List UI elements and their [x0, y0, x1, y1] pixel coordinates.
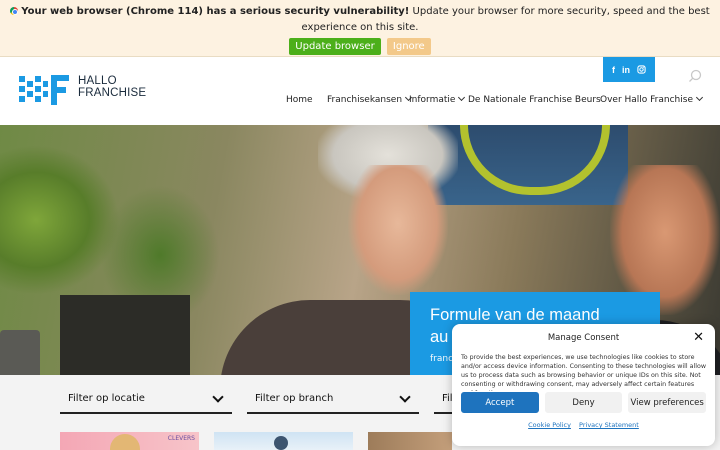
consent-body: To provide the best experiences, we use … — [461, 354, 706, 391]
view-preferences-button[interactable]: View preferences — [628, 392, 707, 413]
cookie-policy-link[interactable]: Cookie Policy — [528, 421, 571, 429]
nav-label: Home — [286, 95, 313, 105]
nav-label: Franchisekansen — [327, 95, 403, 105]
chrome-icon — [10, 7, 19, 15]
facebook-icon[interactable]: f — [612, 65, 615, 75]
accept-button[interactable]: Accept — [461, 392, 539, 413]
deny-button[interactable]: Deny — [544, 392, 623, 413]
nav-item-over-hallo-franchise[interactable]: Over Hallo Franchise — [600, 93, 704, 105]
franchise-card[interactable] — [368, 432, 452, 450]
chevron-down-icon — [695, 93, 704, 102]
nav-item-franchisekansen[interactable]: Franchisekansen — [327, 93, 413, 105]
search-icon[interactable] — [688, 69, 702, 83]
nav-label: Over Hallo Franchise — [600, 95, 693, 105]
linkedin-icon[interactable]: in — [622, 65, 630, 75]
franchise-card[interactable] — [214, 432, 353, 450]
banner-buttons: Update browser Ignore — [0, 38, 720, 55]
banner-warning: Your web browser (Chrome 114) has a seri… — [21, 6, 410, 17]
chevron-down-icon — [458, 93, 466, 102]
card-image-person — [274, 436, 288, 450]
consent-links: Cookie Policy Privacy Statement — [461, 421, 706, 429]
nav-item-nationale-franchise-beurs[interactable]: De Nationale Franchise Beurs — [468, 95, 601, 105]
filter-label: Fil — [442, 393, 453, 404]
hero-plant-pot — [0, 330, 40, 375]
nav-label: Informatie — [409, 95, 456, 105]
privacy-statement-link[interactable]: Privacy Statement — [579, 421, 639, 429]
filter-label: Filter op branch — [255, 393, 334, 404]
consent-actions: Accept Deny View preferences — [461, 392, 707, 413]
page: Your web browser (Chrome 114) has a seri… — [0, 0, 720, 450]
social-links: f in — [603, 57, 655, 82]
update-browser-button[interactable]: Update browser — [289, 38, 381, 55]
hero-person-woman-face — [348, 165, 448, 295]
formula-title-line: Formule van de maand — [430, 306, 600, 324]
browser-update-banner: Your web browser (Chrome 114) has a seri… — [0, 0, 720, 57]
ignore-button[interactable]: Ignore — [386, 38, 431, 55]
banner-message: Your web browser (Chrome 114) has a seri… — [0, 4, 720, 36]
consent-header: Manage Consent ✕ — [461, 324, 706, 352]
close-icon[interactable]: ✕ — [693, 324, 704, 352]
franchise-card[interactable]: CLEVERS — [60, 432, 199, 450]
hero-background-object — [60, 295, 190, 375]
nav-label: De Nationale Franchise Beurs — [468, 95, 601, 105]
card-badge: CLEVERS — [167, 435, 195, 442]
nav-item-home[interactable]: Home — [286, 95, 313, 105]
main-nav: Home Franchisekansen Informatie De Natio… — [0, 93, 720, 107]
filter-branch-select[interactable]: Filter op branch — [247, 388, 419, 414]
nav-item-informatie[interactable]: Informatie — [409, 93, 466, 105]
consent-title: Manage Consent — [547, 333, 620, 343]
chevron-down-icon — [399, 391, 411, 403]
logo-line-hallo: HALLO — [78, 75, 117, 87]
filter-location-select[interactable]: Filter op locatie — [60, 388, 232, 414]
chevron-down-icon — [212, 391, 224, 403]
card-image-cookie — [110, 434, 140, 450]
instagram-icon[interactable] — [637, 65, 646, 74]
filter-label: Filter op locatie — [68, 393, 145, 404]
cookie-consent-dialog: Manage Consent ✕ To provide the best exp… — [452, 324, 715, 446]
